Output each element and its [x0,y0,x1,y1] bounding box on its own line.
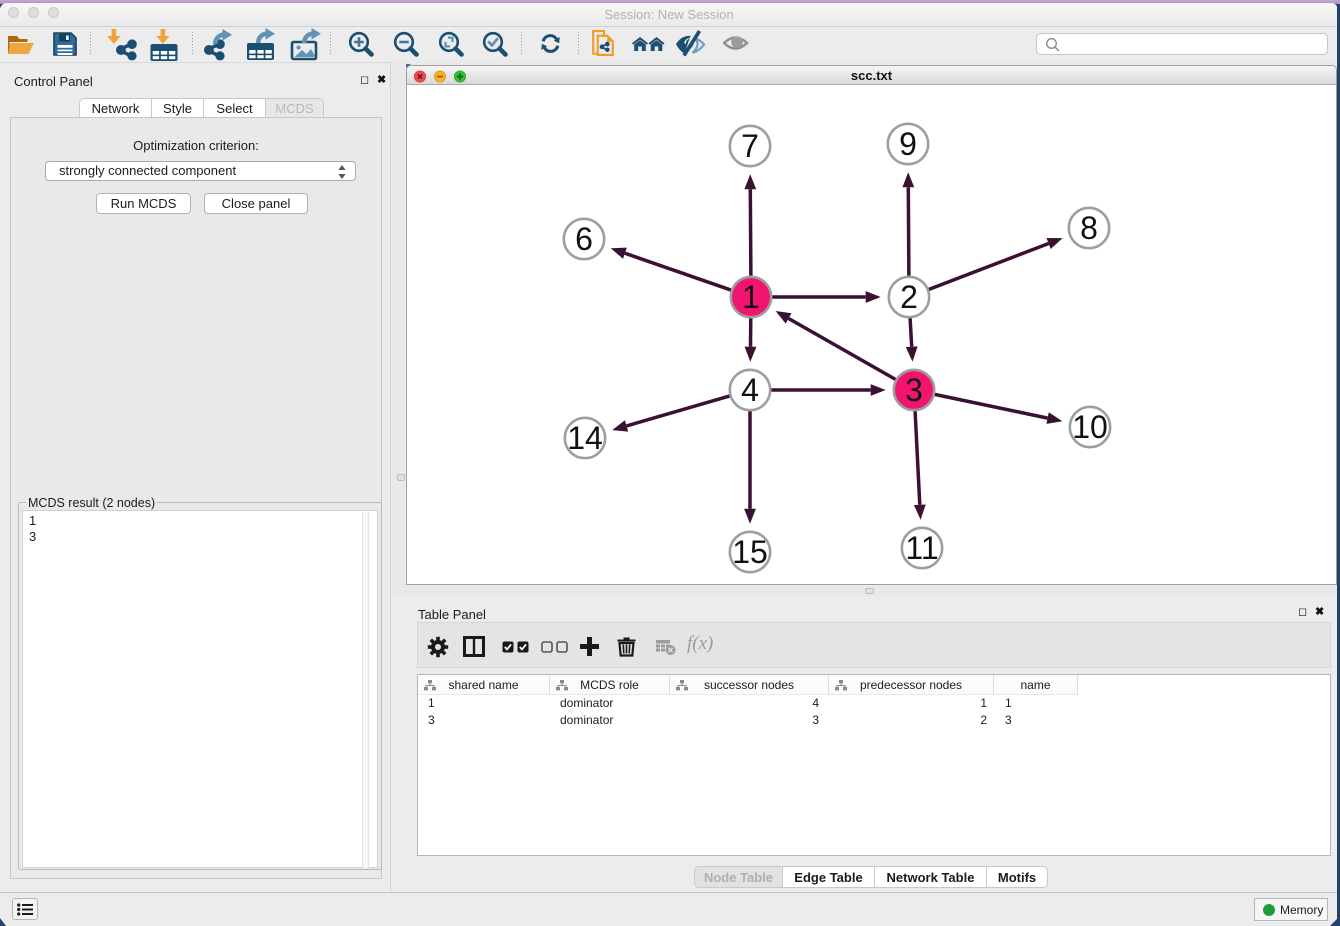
svg-text:11: 11 [905,530,938,566]
svg-text:7: 7 [741,128,759,164]
svg-text:8: 8 [1080,210,1098,246]
svg-text:4: 4 [741,372,759,408]
svg-text:9: 9 [899,126,917,162]
svg-text:2: 2 [900,279,918,315]
svg-text:14: 14 [567,420,603,456]
svg-text:15: 15 [732,534,768,570]
svg-text:10: 10 [1072,409,1108,445]
svg-text:1: 1 [742,279,760,315]
svg-text:3: 3 [905,372,923,408]
svg-text:6: 6 [575,221,593,257]
